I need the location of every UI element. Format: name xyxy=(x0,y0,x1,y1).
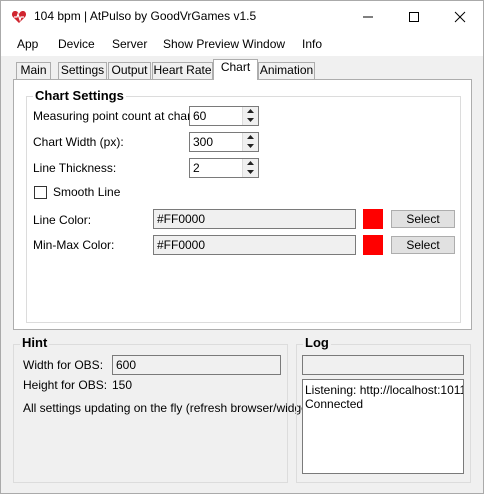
log-line: Connected xyxy=(305,397,364,411)
maximize-icon xyxy=(409,12,419,22)
chart-width-stepper[interactable]: 300 xyxy=(189,132,259,152)
measuring-points-stepper[interactable]: 60 xyxy=(189,106,259,126)
hint-title: Hint xyxy=(20,335,50,350)
minimize-button[interactable] xyxy=(345,1,391,32)
log-input[interactable] xyxy=(302,355,464,375)
line-color-label: Line Color: xyxy=(33,213,92,227)
heart-icon xyxy=(11,9,27,25)
obs-width-field[interactable]: 600 xyxy=(112,355,281,375)
stepper-arrows xyxy=(242,159,258,177)
log-output[interactable]: Listening: http://localhost:10110/ Conne… xyxy=(302,379,464,474)
menu-app[interactable]: App xyxy=(17,37,38,51)
line-thickness-stepper[interactable]: 2 xyxy=(189,158,259,178)
measuring-points-value: 60 xyxy=(193,109,207,123)
chart-width-value: 300 xyxy=(193,135,214,149)
app-window: 104 bpm | AtPulso by GoodVrGames v1.5 Ap… xyxy=(0,0,484,494)
tab-main[interactable]: Main xyxy=(16,62,51,79)
obs-height-label: Height for OBS: xyxy=(23,378,108,392)
obs-height-value: 150 xyxy=(112,378,133,392)
tab-settings[interactable]: Settings xyxy=(58,62,107,79)
close-icon xyxy=(454,11,466,23)
line-color-swatch[interactable] xyxy=(363,209,383,229)
log-title: Log xyxy=(303,335,331,350)
stepper-up-icon[interactable] xyxy=(243,159,258,168)
minimize-icon xyxy=(363,16,373,18)
chart-settings-title: Chart Settings xyxy=(33,88,126,103)
stepper-up-icon[interactable] xyxy=(243,133,258,142)
measuring-points-label: Measuring point count at chart: xyxy=(33,109,198,123)
line-color-select-button[interactable]: Select xyxy=(391,210,455,228)
maximize-button[interactable] xyxy=(391,1,437,32)
smooth-line-checkbox[interactable] xyxy=(34,186,47,199)
minmax-color-select-button[interactable]: Select xyxy=(391,236,455,254)
menu-server[interactable]: Server xyxy=(112,37,147,51)
chart-width-label: Chart Width (px): xyxy=(33,135,124,149)
tab-output[interactable]: Output xyxy=(108,62,151,79)
stepper-arrows xyxy=(242,133,258,151)
smooth-line-label: Smooth Line xyxy=(53,185,121,199)
line-color-field[interactable]: #FF0000 xyxy=(153,209,356,229)
line-thickness-value: 2 xyxy=(193,161,200,175)
stepper-arrows xyxy=(242,107,258,125)
menu-bar: App Device Server Show Preview Window In… xyxy=(1,32,483,56)
stepper-down-icon[interactable] xyxy=(243,168,258,177)
tab-strip: Main Settings Output Heart Rate Chart An… xyxy=(1,56,483,80)
menu-info[interactable]: Info xyxy=(302,37,322,51)
minmax-color-field[interactable]: #FF0000 xyxy=(153,235,356,255)
log-line: Listening: http://localhost:10110/ xyxy=(305,383,464,397)
minmax-color-label: Min-Max Color: xyxy=(33,238,115,252)
window-title: 104 bpm | AtPulso by GoodVrGames v1.5 xyxy=(34,9,257,23)
stepper-down-icon[interactable] xyxy=(243,142,258,151)
tab-animation[interactable]: Animation xyxy=(258,62,315,79)
menu-show-preview-window[interactable]: Show Preview Window xyxy=(163,37,285,51)
stepper-up-icon[interactable] xyxy=(243,107,258,116)
close-button[interactable] xyxy=(437,1,483,32)
hint-note: All settings updating on the fly (refres… xyxy=(23,401,316,415)
tab-chart[interactable]: Chart xyxy=(213,59,258,80)
line-thickness-label: Line Thickness: xyxy=(33,161,117,175)
minmax-color-swatch[interactable] xyxy=(363,235,383,255)
stepper-down-icon[interactable] xyxy=(243,116,258,125)
title-bar[interactable]: 104 bpm | AtPulso by GoodVrGames v1.5 xyxy=(1,1,483,32)
obs-width-label: Width for OBS: xyxy=(23,358,104,372)
menu-device[interactable]: Device xyxy=(58,37,95,51)
tab-heart-rate[interactable]: Heart Rate xyxy=(152,62,213,79)
chart-tab-page: Chart Settings Measuring point count at … xyxy=(13,79,472,330)
